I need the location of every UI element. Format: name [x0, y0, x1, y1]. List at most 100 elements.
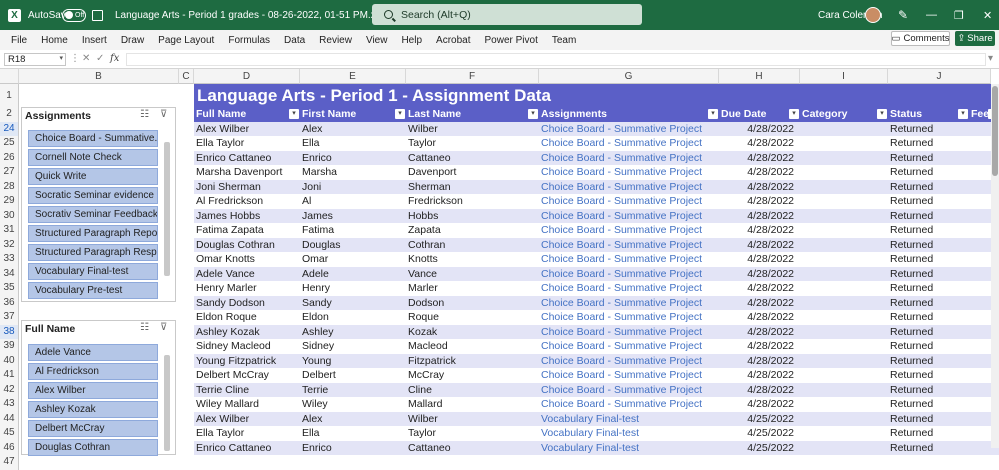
cell-cat[interactable] — [800, 209, 888, 224]
cell-assign[interactable]: Choice Board - Summative Project — [539, 252, 719, 267]
cell-full[interactable]: Marsha Davenport — [194, 165, 300, 180]
cell-last[interactable]: Kozak — [406, 325, 539, 340]
scrollbar-thumb[interactable] — [992, 86, 998, 176]
cell-assign[interactable]: Choice Board - Summative Project — [539, 238, 719, 253]
cell-full[interactable]: Al Fredrickson — [194, 194, 300, 209]
row-header[interactable]: 34 — [0, 266, 19, 281]
row-header[interactable]: 38 — [0, 324, 19, 339]
row-header[interactable]: 31 — [0, 223, 19, 238]
cell-last[interactable]: Fitzpatrick — [406, 354, 539, 369]
cell-assign[interactable]: Choice Board - Summative Project — [539, 136, 719, 151]
cell-last[interactable]: Zapata — [406, 223, 539, 238]
save-icon[interactable] — [92, 0, 103, 30]
menu-item-draw[interactable]: Draw — [114, 35, 151, 46]
menu-item-formulas[interactable]: Formulas — [221, 35, 277, 46]
cell-status[interactable]: Returned — [888, 209, 969, 224]
cell-cat[interactable] — [800, 383, 888, 398]
cell-cat[interactable] — [800, 281, 888, 296]
formula-input[interactable] — [126, 53, 986, 66]
slicer-item[interactable]: Douglas Cothran — [28, 439, 158, 456]
filter-dropdown-icon[interactable]: ▾ — [789, 109, 799, 119]
cell-full[interactable]: Delbert McCray — [194, 368, 300, 383]
cell-due[interactable]: 4/25/2022 — [719, 412, 800, 427]
select-all-corner[interactable] — [0, 69, 19, 84]
cell-status[interactable]: Returned — [888, 281, 969, 296]
cell-cat[interactable] — [800, 310, 888, 325]
filter-dropdown-icon[interactable]: ▾ — [395, 109, 405, 119]
cell-last[interactable]: Cothran — [406, 238, 539, 253]
row-header[interactable]: 2 — [0, 107, 19, 122]
cell-assign[interactable]: Choice Board - Summative Project — [539, 339, 719, 354]
cell-assign[interactable]: Choice Board - Summative Project — [539, 296, 719, 311]
cell-cat[interactable] — [800, 136, 888, 151]
multi-select-icon[interactable]: ☷ — [140, 322, 149, 333]
row-header[interactable]: 24 — [0, 121, 19, 136]
cell-assign[interactable]: Choice Board - Summative Project — [539, 368, 719, 383]
cell-assign[interactable]: Choice Board - Summative Project — [539, 194, 719, 209]
menu-item-acrobat[interactable]: Acrobat — [429, 35, 477, 46]
cell-full[interactable]: Terrie Cline — [194, 383, 300, 398]
row-header[interactable]: 28 — [0, 179, 19, 194]
cell-due[interactable]: 4/28/2022 — [719, 383, 800, 398]
cell-last[interactable]: Marler — [406, 281, 539, 296]
cell-full[interactable]: Eldon Roque — [194, 310, 300, 325]
cell-first[interactable]: Alex — [300, 412, 406, 427]
row-header[interactable]: 39 — [0, 339, 19, 354]
cell-assign[interactable]: Choice Board - Summative Project — [539, 223, 719, 238]
cell-status[interactable]: Returned — [888, 252, 969, 267]
cell-due[interactable]: 4/28/2022 — [719, 267, 800, 282]
cell-cat[interactable] — [800, 296, 888, 311]
cell-last[interactable]: Taylor — [406, 136, 539, 151]
multi-select-icon[interactable]: ☷ — [140, 109, 149, 120]
row-header[interactable]: 36 — [0, 295, 19, 310]
cell-full[interactable]: Alex Wilber — [194, 122, 300, 137]
cell-first[interactable]: Ella — [300, 136, 406, 151]
cell-full[interactable]: Adele Vance — [194, 267, 300, 282]
menu-item-data[interactable]: Data — [277, 35, 312, 46]
cell-assign[interactable]: Vocabulary Final-test — [539, 412, 719, 427]
slicer-item[interactable]: Structured Paragraph Repo... — [28, 225, 158, 242]
row-header[interactable]: 41 — [0, 368, 19, 383]
cell-cat[interactable] — [800, 354, 888, 369]
cell-first[interactable]: Ashley — [300, 325, 406, 340]
restore-icon[interactable]: ❐ — [954, 0, 964, 30]
scrollbar[interactable] — [164, 142, 170, 276]
cell-assign[interactable]: Choice Board - Summative Project — [539, 122, 719, 137]
slicer-assignments[interactable]: Assignments ☷ ⊽ Choice Board - Summative… — [21, 107, 176, 302]
row-header[interactable]: 33 — [0, 252, 19, 267]
row-header[interactable]: 43 — [0, 397, 19, 412]
cell-status[interactable]: Returned — [888, 136, 969, 151]
share-button[interactable]: ⇪ Share — [955, 31, 995, 46]
cell-full[interactable]: Enrico Cattaneo — [194, 151, 300, 166]
row-header[interactable]: 27 — [0, 165, 19, 180]
cell-status[interactable]: Returned — [888, 223, 969, 238]
cell-due[interactable]: 4/28/2022 — [719, 151, 800, 166]
cell-cat[interactable] — [800, 397, 888, 412]
cell-assign[interactable]: Choice Board - Summative Project — [539, 267, 719, 282]
cell-last[interactable]: Davenport — [406, 165, 539, 180]
clear-filter-icon[interactable]: ⊽ — [160, 109, 167, 120]
column-header-d[interactable]: D — [194, 69, 300, 84]
column-header-j[interactable]: J — [888, 69, 991, 84]
cell-assign[interactable]: Choice Board - Summative Project — [539, 281, 719, 296]
cell-status[interactable]: Returned — [888, 296, 969, 311]
menu-item-power-pivot[interactable]: Power Pivot — [478, 35, 545, 46]
menu-item-view[interactable]: View — [359, 35, 395, 46]
cell-last[interactable]: Wilber — [406, 122, 539, 137]
row-header[interactable]: 47 — [0, 455, 19, 470]
cell-cat[interactable] — [800, 238, 888, 253]
row-header[interactable]: 45 — [0, 426, 19, 441]
minimize-icon[interactable]: — — [926, 0, 937, 30]
menu-item-home[interactable]: Home — [34, 35, 75, 46]
cell-last[interactable]: Hobbs — [406, 209, 539, 224]
cell-status[interactable]: Returned — [888, 151, 969, 166]
cell-last[interactable]: Dodson — [406, 296, 539, 311]
cell-due[interactable]: 4/28/2022 — [719, 325, 800, 340]
cell-status[interactable]: Returned — [888, 122, 969, 137]
cell-first[interactable]: Fatima — [300, 223, 406, 238]
row-header[interactable]: 1 — [0, 84, 19, 107]
cell-cat[interactable] — [800, 325, 888, 340]
cell-full[interactable]: Sidney Macleod — [194, 339, 300, 354]
cell-status[interactable]: Returned — [888, 368, 969, 383]
cell-due[interactable]: 4/28/2022 — [719, 180, 800, 195]
